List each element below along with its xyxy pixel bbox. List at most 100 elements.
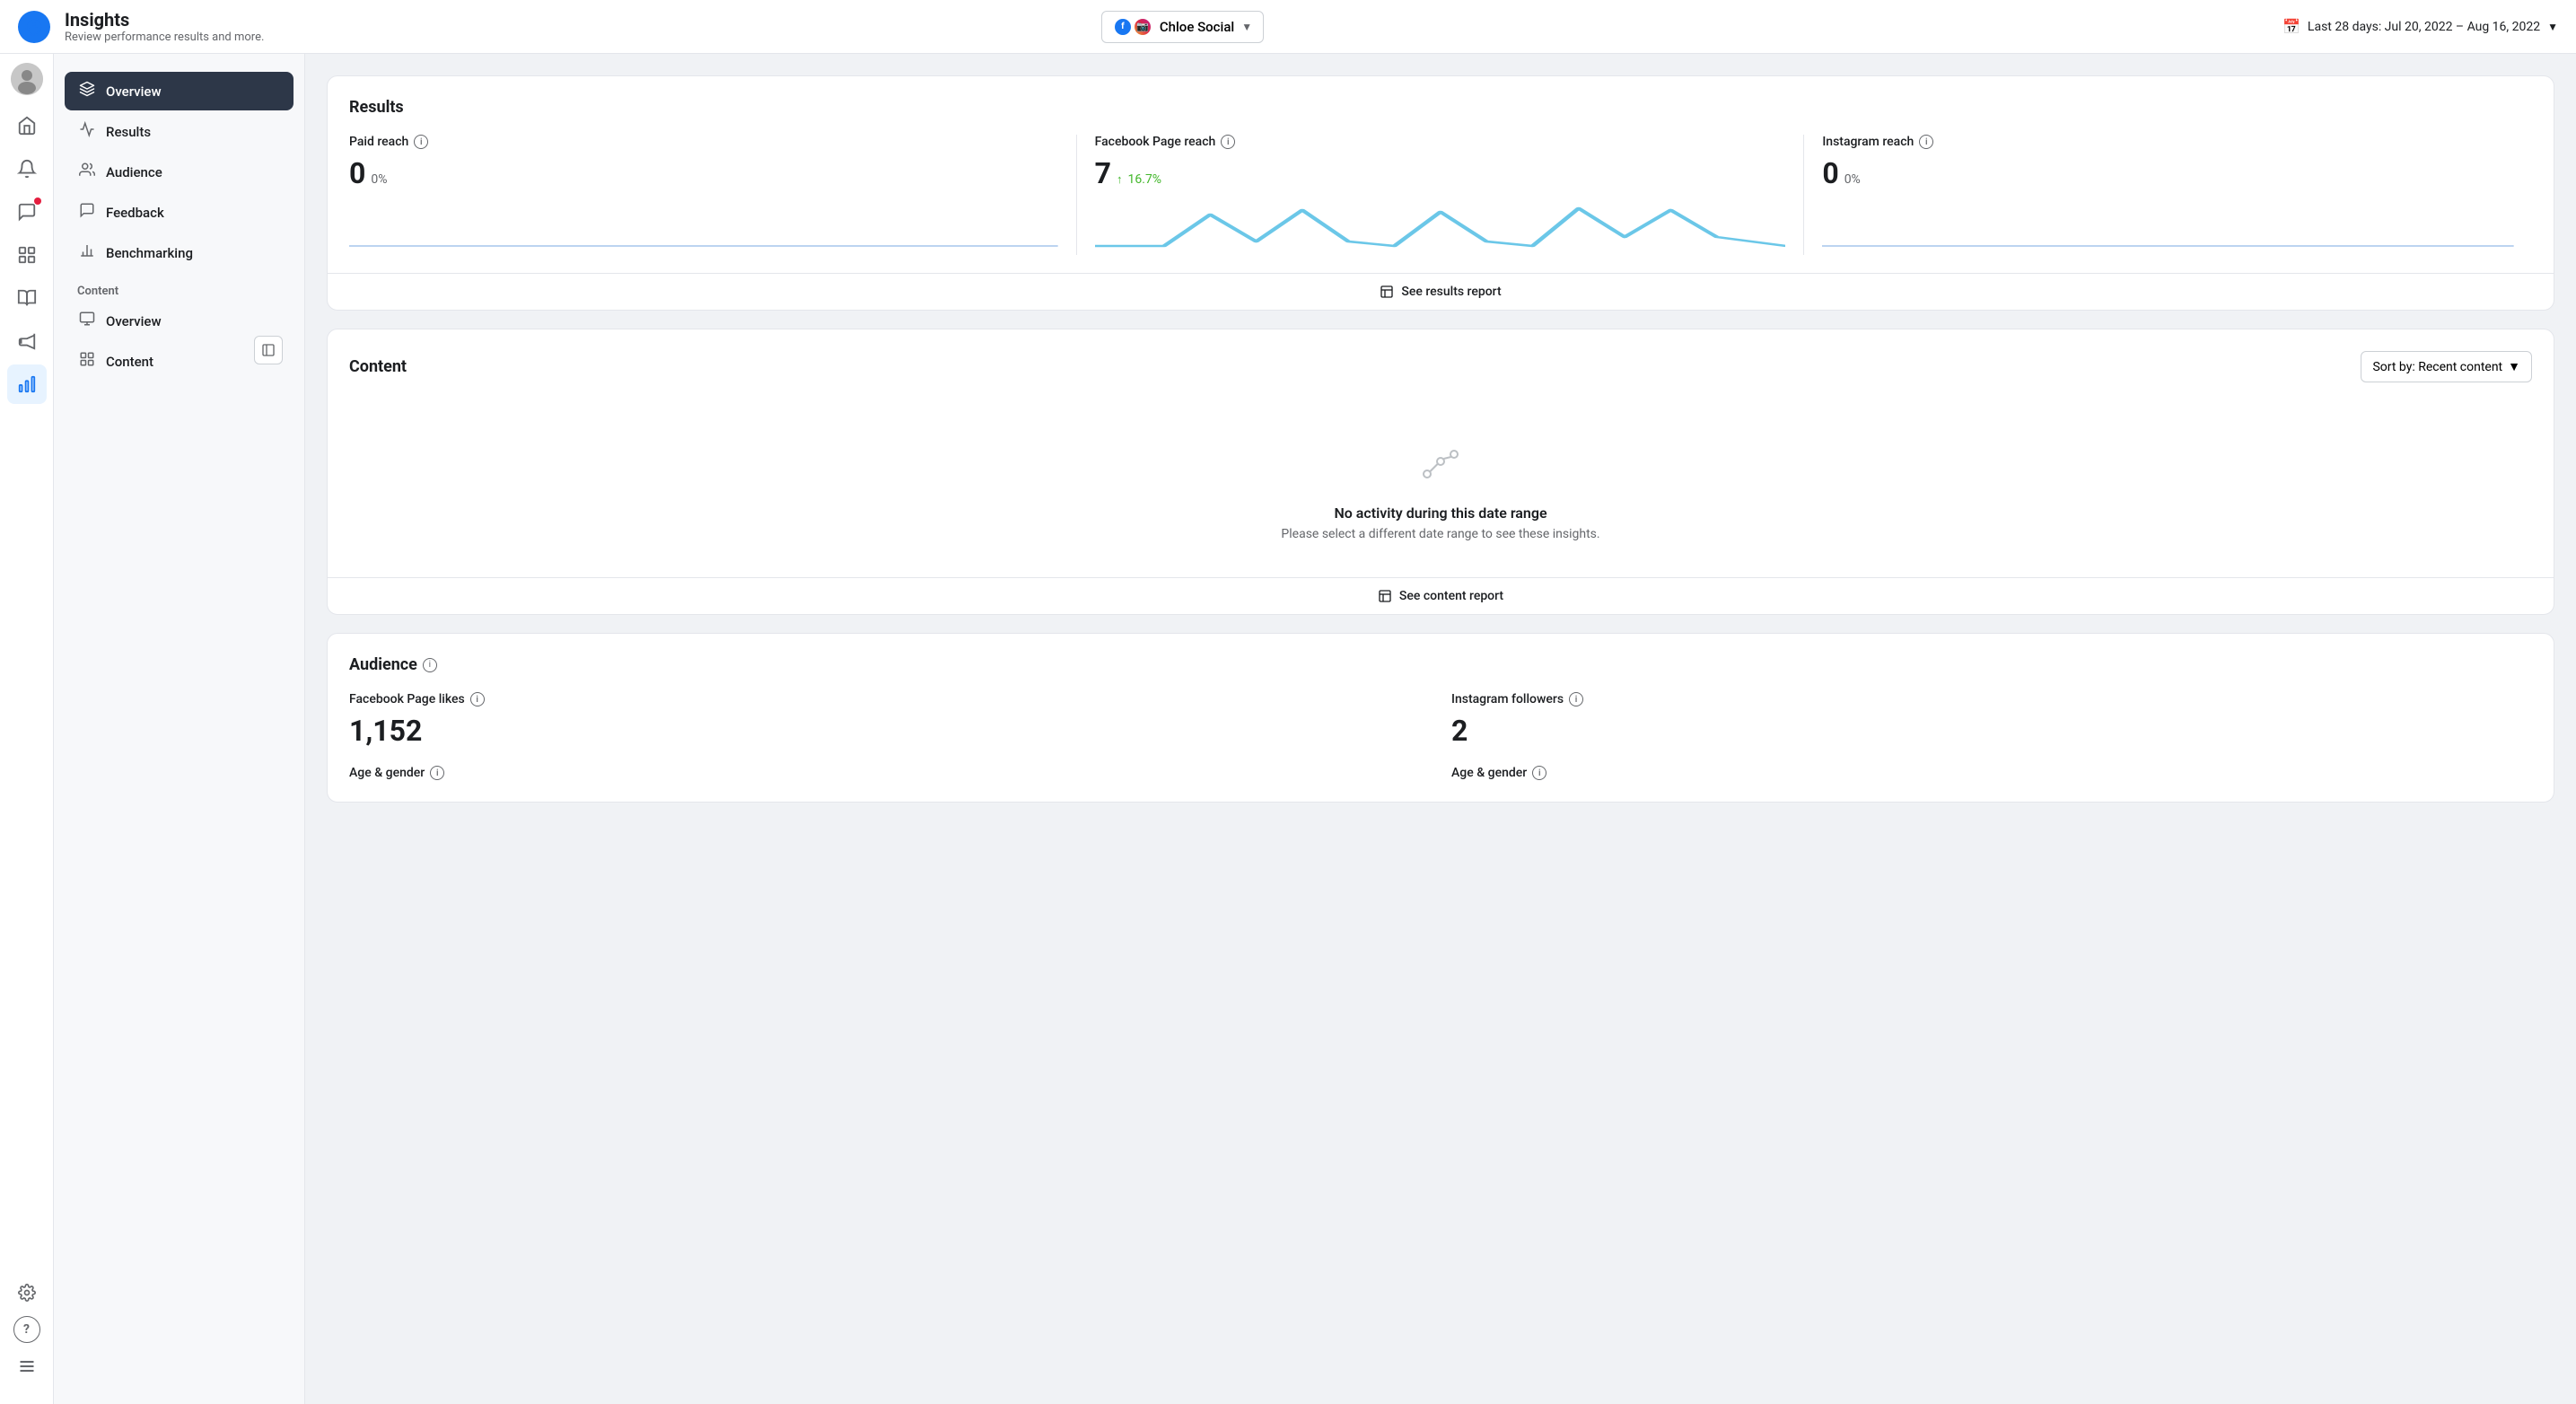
results-nav-icon xyxy=(77,121,97,142)
fb-likes-value: 1,152 xyxy=(349,714,1430,748)
icon-sidebar: ? xyxy=(0,54,54,1404)
sort-dropdown[interactable]: Sort by: Recent content ▼ xyxy=(2361,351,2532,382)
page-title: Insights xyxy=(65,9,1083,31)
nav-item-audience[interactable]: Audience xyxy=(65,153,294,191)
overview-nav-icon xyxy=(77,81,97,101)
ig-reach-label: Instagram reach i xyxy=(1822,135,2514,149)
content-nav-icon xyxy=(77,351,97,372)
sidebar-item-notifications[interactable] xyxy=(7,149,47,189)
sidebar-item-ads[interactable] xyxy=(7,278,47,318)
nav-item-results[interactable]: Results xyxy=(65,112,294,151)
see-results-report-button[interactable]: See results report xyxy=(328,273,2554,310)
sidebar-item-hamburger[interactable] xyxy=(7,1347,47,1386)
fb-reach-sparkline xyxy=(1095,201,1786,255)
paid-reach-pct: 0% xyxy=(371,172,387,187)
see-content-report-button[interactable]: See content report xyxy=(328,577,2554,614)
fb-likes-label: Facebook Page likes i xyxy=(349,692,1430,706)
feedback-nav-icon xyxy=(77,202,97,223)
ig-reach-pct: 0% xyxy=(1844,172,1861,187)
main-content: Results Paid reach i 0 0% xyxy=(305,54,2576,1404)
content-empty-title: No activity during this date range xyxy=(1334,505,1546,522)
nav-item-benchmarking[interactable]: Benchmarking xyxy=(65,233,294,272)
fb-reach-label: Facebook Page reach i xyxy=(1095,135,1786,149)
ig-reach-value: 0 0% xyxy=(1822,156,2514,190)
sidebar-item-messages[interactable] xyxy=(7,192,47,232)
ig-reach-info-icon[interactable]: i xyxy=(1919,135,1933,149)
sidebar-item-settings[interactable] xyxy=(7,1273,47,1312)
account-selector[interactable]: f 📷 Chloe Social ▼ xyxy=(1101,11,1264,43)
results-title: Results xyxy=(349,98,2532,117)
sort-chevron-icon: ▼ xyxy=(2508,359,2520,374)
results-card: Results Paid reach i 0 0% xyxy=(327,75,2554,311)
fb-likes-info-icon[interactable]: i xyxy=(470,692,485,706)
nav-item-overview-label: Overview xyxy=(106,83,162,100)
ig-followers-col: Instagram followers i 2 Age & gender i xyxy=(1451,692,2532,780)
content-empty-subtitle: Please select a different date range to … xyxy=(1281,527,1599,541)
audience-grid: Facebook Page likes i 1,152 Age & gender… xyxy=(349,692,2532,780)
fb-reach-info-icon[interactable]: i xyxy=(1221,135,1235,149)
sidebar-item-insights[interactable] xyxy=(7,364,47,404)
nav-item-results-label: Results xyxy=(106,124,151,140)
ig-age-gender-info-icon[interactable]: i xyxy=(1532,766,1546,780)
content-overview-nav-icon xyxy=(77,311,97,331)
account-name: Chloe Social xyxy=(1160,19,1234,35)
ig-followers-info-icon[interactable]: i xyxy=(1569,692,1583,706)
page-subtitle: Review performance results and more. xyxy=(65,31,1083,44)
account-icons: f 📷 xyxy=(1113,17,1152,37)
ig-followers-value: 2 xyxy=(1451,714,2532,748)
insights-title: Insights Review performance results and … xyxy=(65,9,1083,44)
audience-title: Audience xyxy=(349,655,417,674)
message-badge xyxy=(34,197,41,205)
empty-chart-icon xyxy=(1414,436,1468,494)
see-results-report-label: See results report xyxy=(1401,285,1501,299)
paid-reach-info-icon[interactable]: i xyxy=(414,135,428,149)
fb-reach-pct: 16.7% xyxy=(1128,172,1162,187)
nav-sidebar: Overview Results Audience xyxy=(54,54,305,1404)
audience-card: Audience i Facebook Page likes i 1,152 A… xyxy=(327,633,2554,803)
icon-sidebar-bottom: ? xyxy=(7,1273,47,1395)
paid-reach-label: Paid reach i xyxy=(349,135,1058,149)
results-grid: Paid reach i 0 0% xyxy=(349,135,2532,255)
ig-followers-label: Instagram followers i xyxy=(1451,692,2532,706)
fb-reach-value: 7 ↑ 16.7% xyxy=(1095,156,1786,190)
nav-item-content-overview[interactable]: Overview xyxy=(65,302,294,340)
meta-logo xyxy=(18,11,50,43)
content-section-label: Content xyxy=(65,274,294,302)
date-range-button[interactable]: 📅 Last 28 days: Jul 20, 2022 – Aug 16, 2… xyxy=(2282,18,2558,35)
date-range-chevron-icon: ▼ xyxy=(2547,21,2558,33)
dropdown-chevron-icon: ▼ xyxy=(1241,21,1252,33)
audience-nav-icon xyxy=(77,162,97,182)
content-header: Content Sort by: Recent content ▼ xyxy=(349,351,2532,382)
nav-item-content-label: Content xyxy=(106,354,153,370)
paid-reach-col: Paid reach i 0 0% xyxy=(349,135,1077,255)
content-card: Content Sort by: Recent content ▼ N xyxy=(327,329,2554,615)
audience-info-icon[interactable]: i xyxy=(423,658,437,672)
fb-age-gender-label: Age & gender i xyxy=(349,766,1430,780)
date-range-label: Last 28 days: Jul 20, 2022 – Aug 16, 202… xyxy=(2308,20,2540,34)
nav-item-feedback-label: Feedback xyxy=(106,205,164,221)
sidebar-item-help[interactable]: ? xyxy=(13,1316,40,1343)
nav-item-content-overview-label: Overview xyxy=(106,313,162,329)
nav-item-overview[interactable]: Overview xyxy=(65,72,294,110)
facebook-icon: f xyxy=(1113,17,1133,37)
ig-reach-col: Instagram reach i 0 0% xyxy=(1804,135,2532,255)
audience-header: Audience i xyxy=(349,655,2532,674)
top-nav: Insights Review performance results and … xyxy=(0,0,2576,54)
instagram-icon: 📷 xyxy=(1133,17,1152,37)
sort-label: Sort by: Recent content xyxy=(2372,360,2502,374)
content-title: Content xyxy=(349,357,407,376)
sidebar-item-home[interactable] xyxy=(7,106,47,145)
avatar[interactable] xyxy=(11,63,43,95)
nav-item-benchmarking-label: Benchmarking xyxy=(106,245,193,261)
sidebar-toggle-button[interactable] xyxy=(254,336,283,364)
fb-likes-col: Facebook Page likes i 1,152 Age & gender… xyxy=(349,692,1430,780)
paid-reach-sparkline xyxy=(349,201,1058,255)
sidebar-item-pages[interactable] xyxy=(7,235,47,275)
fb-age-gender-info-icon[interactable]: i xyxy=(430,766,444,780)
sidebar-item-megaphone[interactable] xyxy=(7,321,47,361)
content-empty-state: No activity during this date range Pleas… xyxy=(349,400,2532,559)
ig-reach-sparkline xyxy=(1822,201,2514,255)
fb-reach-trend-icon: ↑ xyxy=(1117,172,1123,187)
nav-item-feedback[interactable]: Feedback xyxy=(65,193,294,232)
calendar-icon: 📅 xyxy=(2282,18,2300,35)
